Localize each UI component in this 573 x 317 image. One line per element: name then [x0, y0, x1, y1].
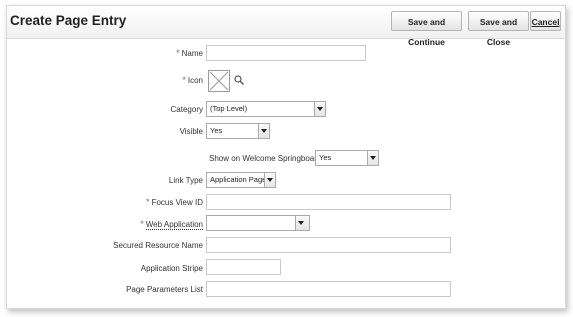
name-label: * Name: [176, 48, 203, 58]
application-stripe-label: Application Stripe: [140, 264, 203, 273]
secured-resource-name-label: Secured Resource Name: [113, 241, 203, 250]
save-and-continue-button[interactable]: Save and Continue: [391, 11, 462, 47]
visible-label: Visible: [179, 127, 203, 136]
chevron-down-icon: [264, 173, 275, 187]
broken-image-icon: [209, 71, 229, 91]
save-and-close-button[interactable]: Save and Close: [468, 11, 529, 47]
link-type-label: Link Type: [168, 176, 203, 185]
link-type-select[interactable]: Application Page: [206, 172, 276, 188]
secured-resource-name-input[interactable]: [206, 237, 451, 253]
application-stripe-input[interactable]: [206, 259, 281, 275]
page-parameters-list-label: Page Parameters List: [126, 285, 203, 294]
web-application-select[interactable]: [206, 215, 310, 231]
search-icon[interactable]: [234, 75, 244, 85]
chevron-down-icon: [367, 151, 378, 165]
visible-select[interactable]: Yes: [206, 123, 270, 139]
web-application-label: * Web Application: [140, 219, 203, 230]
welcome-springboard-label: Show on Welcome Springboard: [209, 154, 322, 163]
dialog-frame: Create Page Entry Save and Continue Save…: [6, 5, 566, 309]
focus-view-id-label: * Focus View ID: [146, 197, 203, 207]
header-bar: Create Page Entry Save and Continue Save…: [7, 6, 565, 47]
page-parameters-list-input[interactable]: [206, 281, 451, 297]
icon-label: * Icon: [182, 75, 203, 85]
category-label: Category: [170, 105, 203, 114]
icon-placeholder-image[interactable]: [208, 70, 230, 92]
cancel-button[interactable]: Cancel: [530, 11, 561, 31]
page-title: Create Page Entry: [10, 13, 127, 28]
chevron-down-icon: [258, 124, 269, 138]
name-input[interactable]: [206, 45, 366, 61]
welcome-springboard-select[interactable]: Yes: [315, 150, 379, 166]
chevron-down-icon: [295, 216, 309, 230]
focus-view-id-input[interactable]: [206, 194, 451, 210]
chevron-down-icon: [314, 102, 325, 116]
category-select[interactable]: (Top Level): [206, 101, 326, 117]
